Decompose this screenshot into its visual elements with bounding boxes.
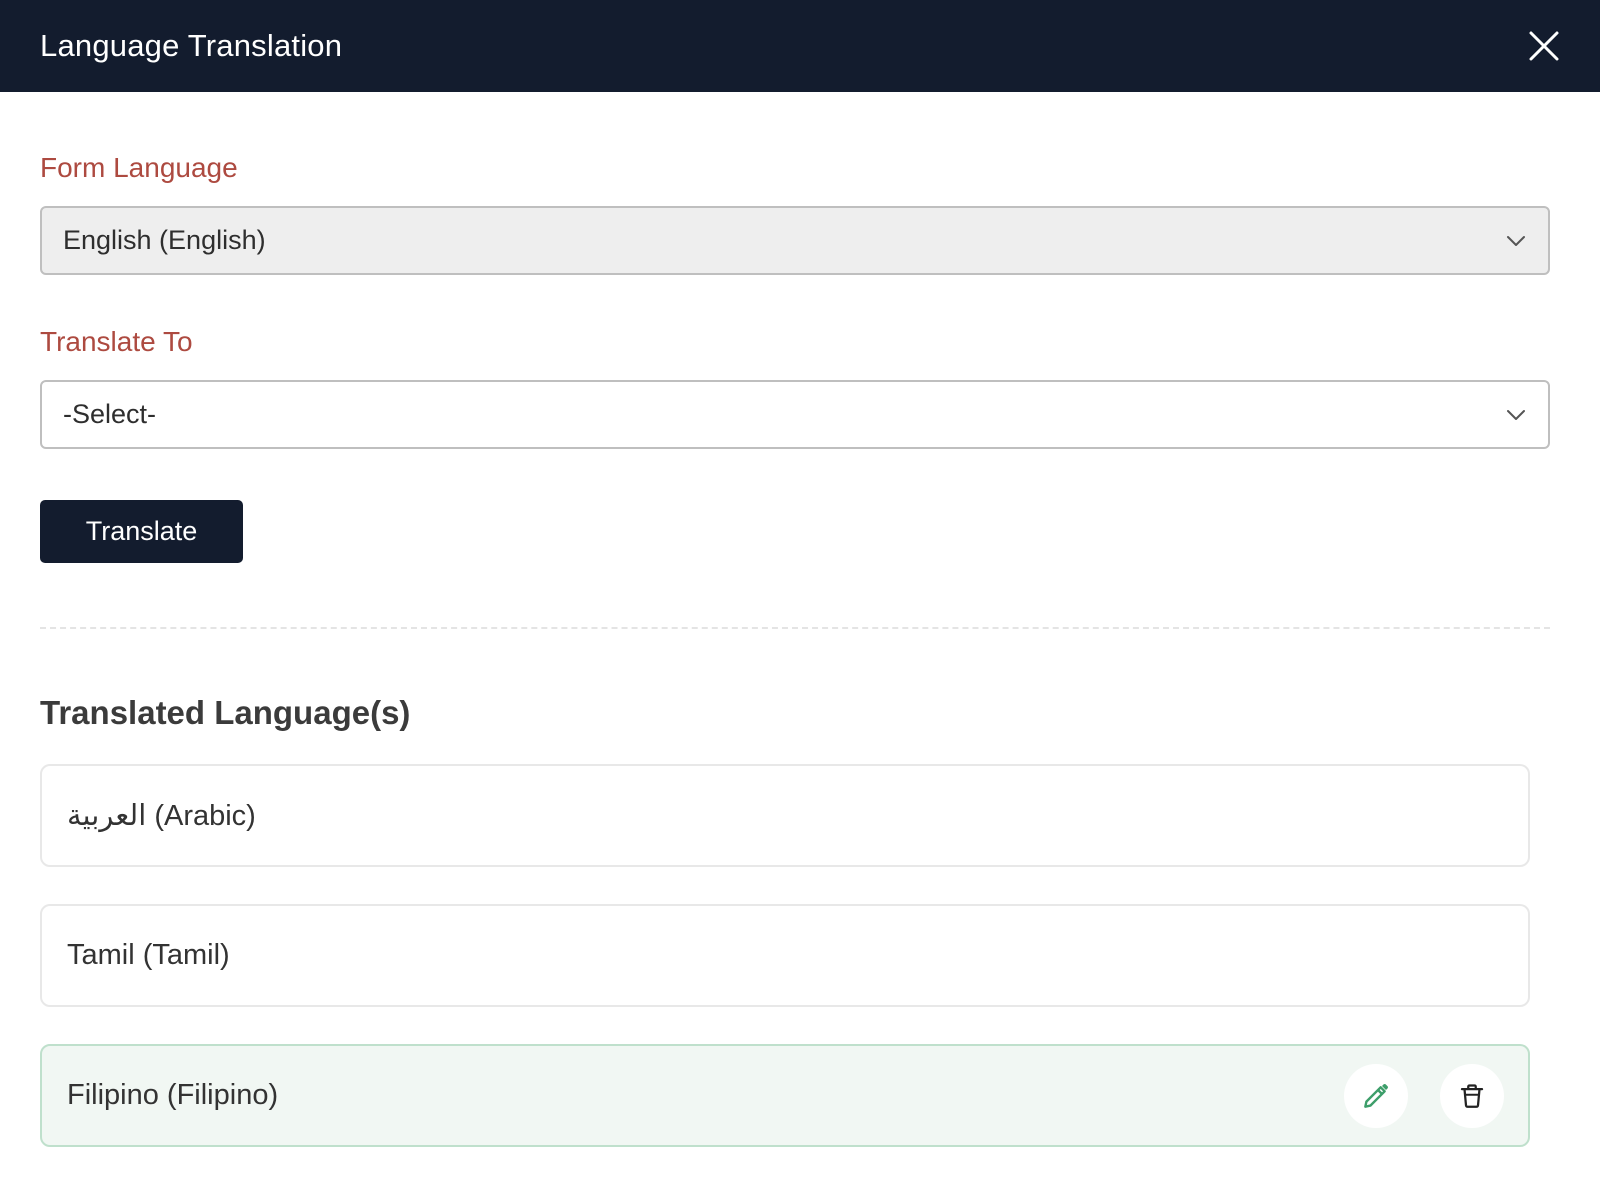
form-language-value: English (English): [63, 225, 266, 255]
chevron-down-icon: [1507, 410, 1525, 420]
trash-icon: [1460, 1084, 1484, 1108]
translate-button[interactable]: Translate: [40, 500, 243, 563]
close-button[interactable]: [1526, 28, 1562, 64]
translated-languages-title: Translated Language(s): [40, 694, 411, 731]
pencil-icon: [1364, 1084, 1388, 1108]
card-actions: [1344, 1064, 1504, 1128]
dialog-header: Language Translation: [0, 0, 1600, 92]
translated-language-item[interactable]: Tamil (Tamil): [40, 904, 1530, 1007]
delete-button[interactable]: [1440, 1064, 1504, 1128]
translate-to-select[interactable]: -Select-: [40, 380, 1550, 449]
translated-language-item[interactable]: Filipino (Filipino): [40, 1044, 1530, 1147]
language-label: Tamil (Tamil): [67, 939, 230, 971]
chevron-down-icon: [1507, 236, 1525, 246]
language-label: العربية (Arabic): [67, 800, 256, 832]
translated-language-item[interactable]: العربية (Arabic): [40, 764, 1530, 867]
form-language-select[interactable]: English (English): [40, 206, 1550, 275]
translate-to-value: -Select-: [63, 399, 157, 429]
edit-button[interactable]: [1344, 1064, 1408, 1128]
dialog-title: Language Translation: [40, 28, 343, 63]
form-language-label: Form Language: [40, 152, 238, 183]
language-label: Filipino (Filipino): [67, 1079, 279, 1111]
translate-to-label: Translate To: [40, 326, 193, 357]
section-divider: [40, 627, 1550, 629]
close-icon: [1529, 31, 1559, 61]
